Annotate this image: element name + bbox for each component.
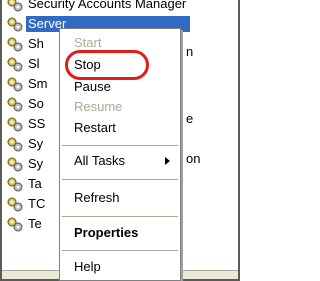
menu-item-properties[interactable]: Properties (60, 223, 180, 243)
service-description-fragment: on (186, 151, 201, 166)
service-description-fragment: e (186, 111, 194, 126)
menu-item-all-tasks[interactable]: All Tasks (60, 151, 180, 171)
menu-item-all-tasks-label: All Tasks (74, 153, 126, 168)
menu-item-resume: Resume (74, 99, 123, 114)
stop-highlight-ring (65, 50, 149, 80)
service-gear-icon (6, 55, 24, 73)
service-gear-icon (6, 35, 24, 53)
menu-item-restart[interactable]: Restart (60, 118, 180, 138)
menu-separator (62, 250, 178, 251)
service-gear-icon (6, 215, 24, 233)
service-gear-icon (6, 175, 24, 193)
menu-separator (62, 216, 178, 217)
menu-item-help[interactable]: Help (60, 257, 180, 277)
service-description-fragment: n (186, 44, 194, 59)
submenu-arrow-icon (165, 157, 170, 165)
menu-separator (62, 145, 178, 146)
service-gear-icon (6, 155, 24, 173)
service-gear-icon (6, 75, 24, 93)
menu-item-pause[interactable]: Pause (60, 77, 180, 97)
service-name: Security Accounts Manager (28, 0, 187, 11)
service-gear-icon (6, 0, 24, 13)
service-row-security-accounts-manager[interactable]: Security Accounts Manager (2, 0, 238, 14)
service-gear-icon (6, 15, 24, 33)
menu-separator (62, 179, 178, 180)
service-gear-icon (6, 195, 24, 213)
service-gear-icon (6, 95, 24, 113)
menu-item-refresh[interactable]: Refresh (60, 188, 180, 208)
service-gear-icon (6, 135, 24, 153)
service-gear-icon (6, 115, 24, 133)
